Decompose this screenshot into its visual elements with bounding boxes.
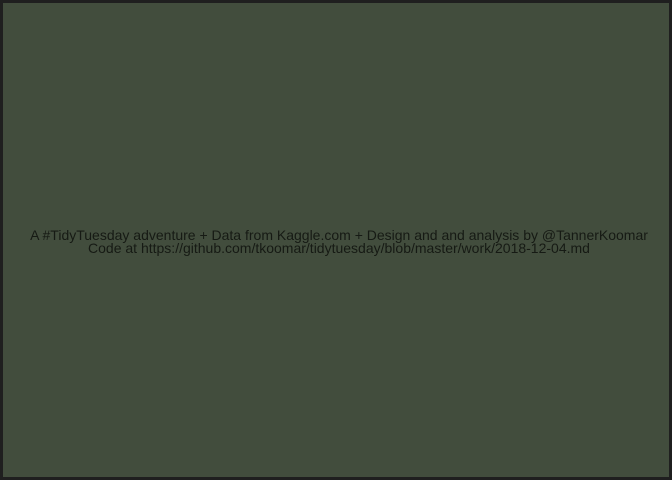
- credits-caption: A #TidyTuesday adventure + Data from Kag…: [3, 228, 672, 256]
- code-link-line: Code at https://github.com/tkoomar/tidyt…: [88, 240, 590, 256]
- canvas-frame: A #TidyTuesday adventure + Data from Kag…: [0, 0, 672, 480]
